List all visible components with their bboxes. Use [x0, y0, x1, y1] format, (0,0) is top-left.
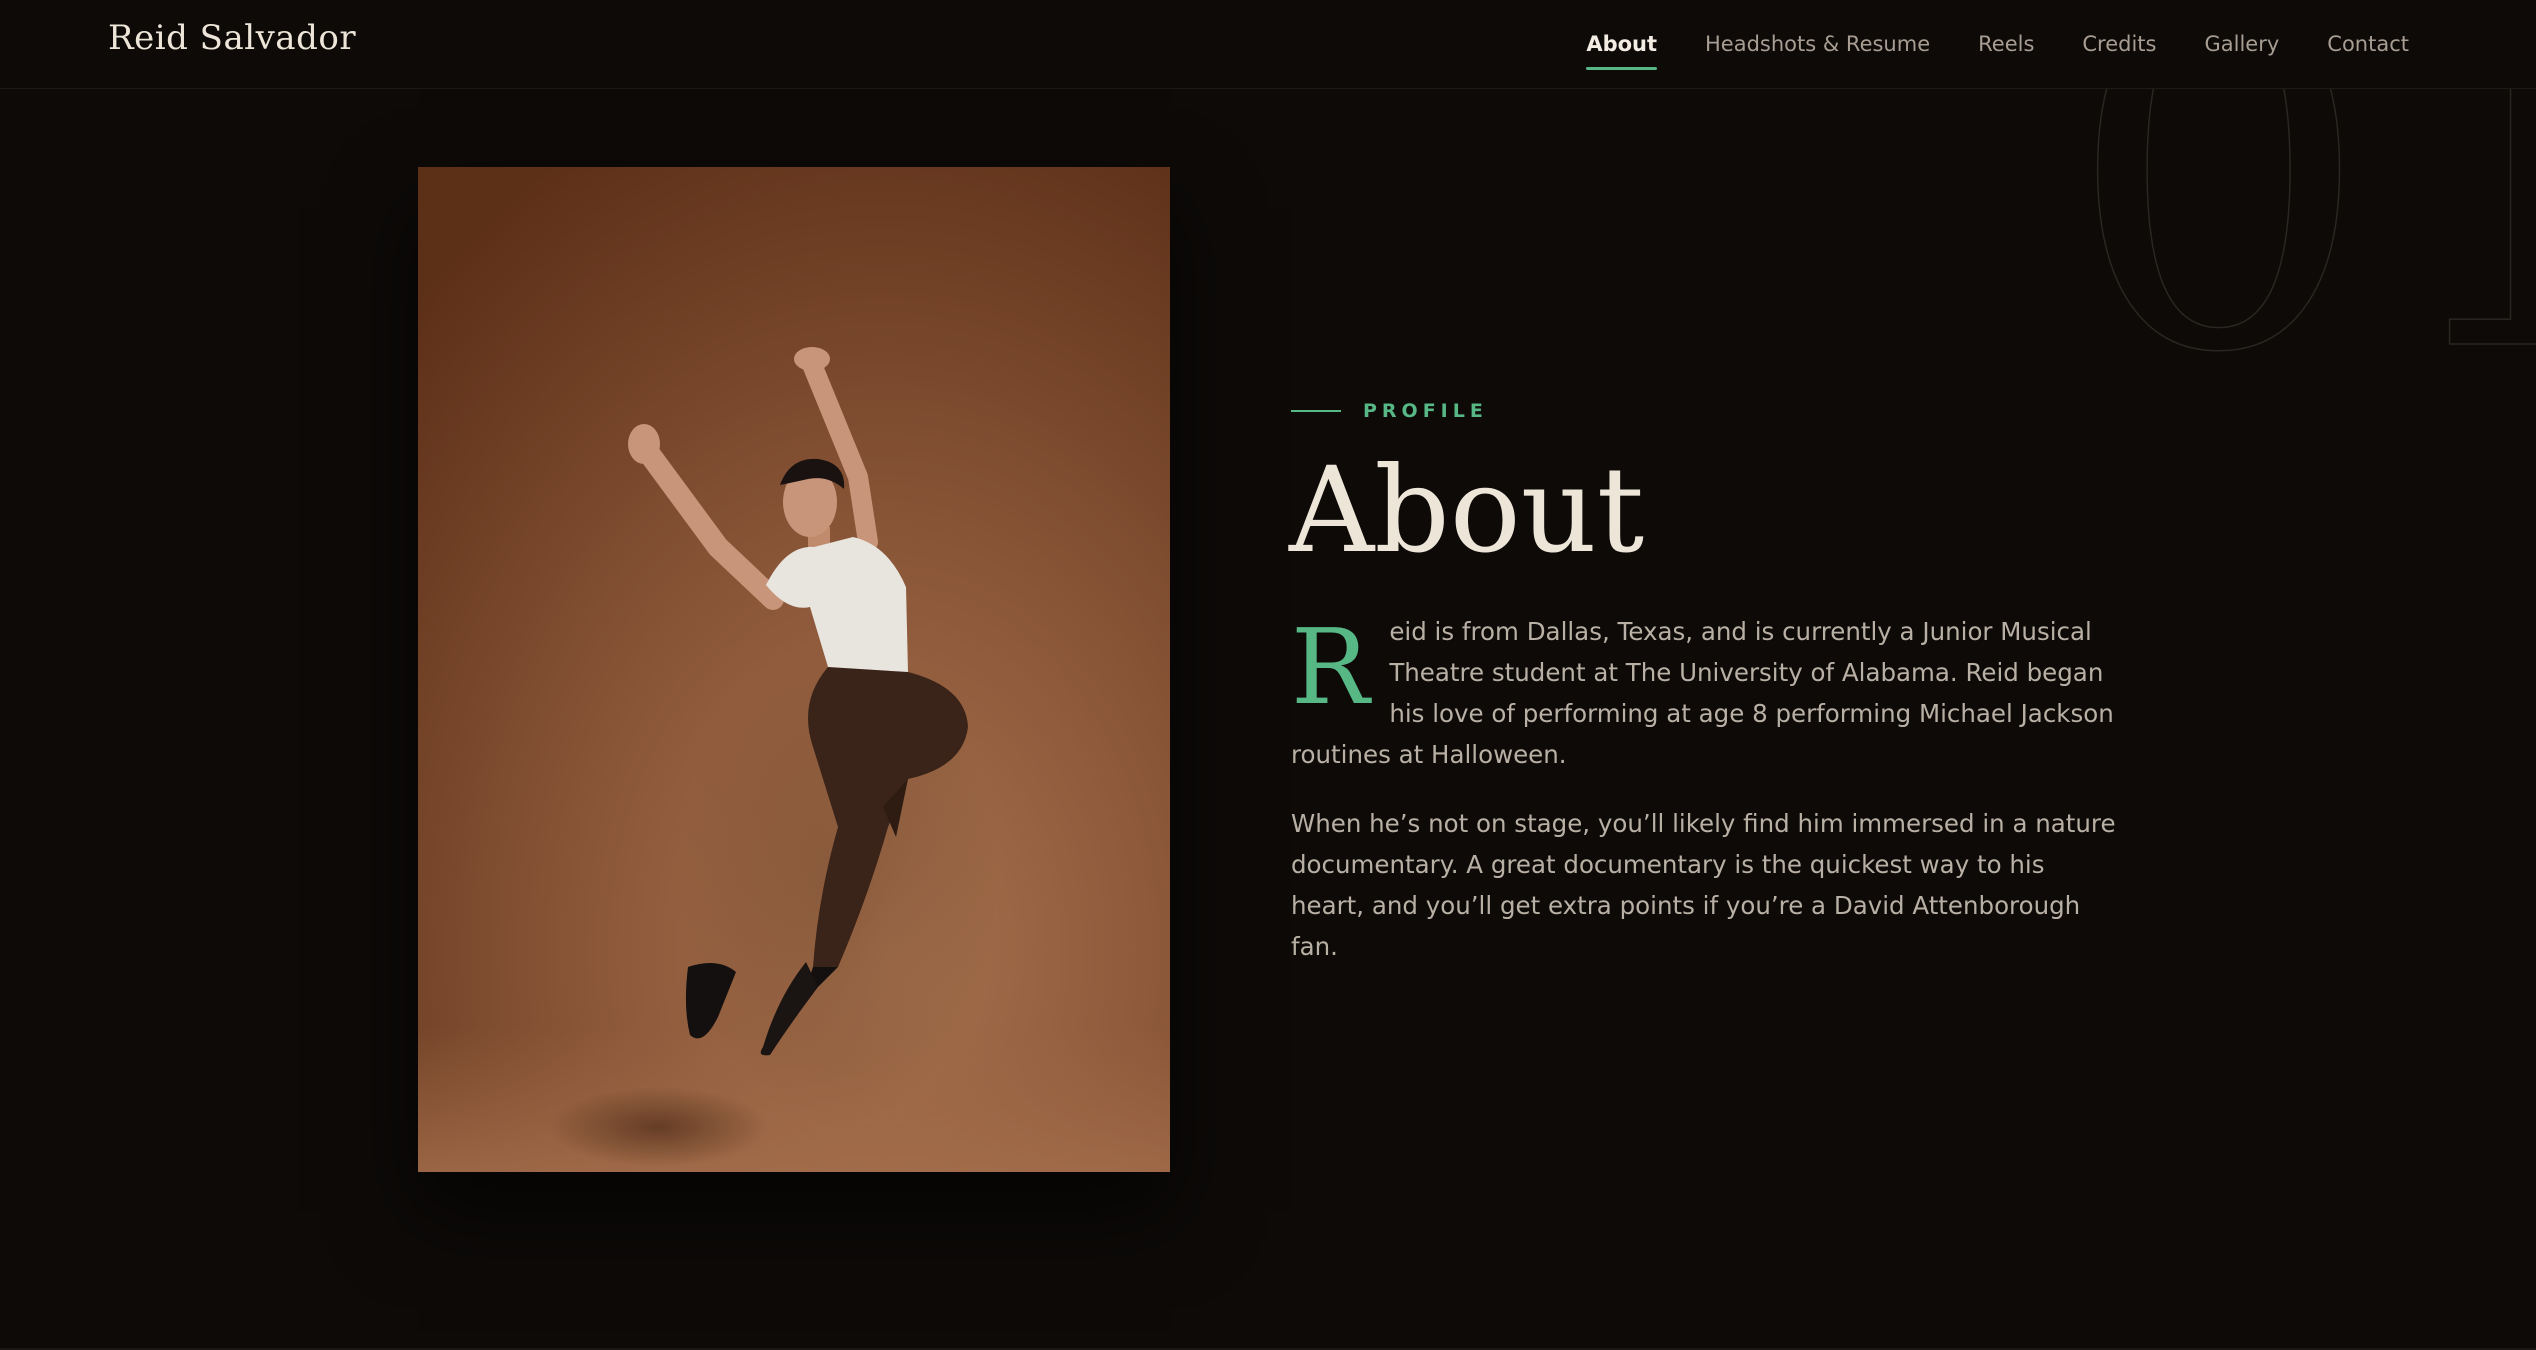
bio-paragraph-1: Reid is from Dallas, Texas, and is curre…: [1291, 611, 2121, 775]
bio-paragraph-1-text: eid is from Dallas, Texas, and is curren…: [1291, 617, 2114, 769]
nav-item-contact[interactable]: Contact: [2327, 26, 2409, 62]
bio-paragraph-2: When he’s not on stage, you’ll likely fi…: [1291, 809, 2116, 961]
page-title: About: [1289, 441, 1645, 579]
section-number: 01: [2065, 89, 2536, 458]
nav-item-gallery[interactable]: Gallery: [2205, 26, 2280, 62]
nav-item-credits[interactable]: Credits: [2082, 26, 2156, 62]
eyebrow-label: PROFILE: [1363, 400, 1488, 422]
section-number-decoration: 01: [0, 89, 2536, 489]
nav-item-about[interactable]: About: [1586, 26, 1657, 70]
site-header: Reid Salvador About Headshots & Resume R…: [0, 0, 2536, 89]
main-nav: About Headshots & Resume Reels Credits G…: [1586, 0, 2409, 88]
nav-item-reels[interactable]: Reels: [1978, 26, 2034, 62]
section-eyebrow: PROFILE: [1291, 400, 1488, 422]
dropcap: R: [1291, 606, 1370, 728]
nav-item-headshots-resume[interactable]: Headshots & Resume: [1705, 26, 1930, 62]
site-logo[interactable]: Reid Salvador: [108, 18, 356, 58]
eyebrow-rule: [1291, 410, 1341, 412]
profile-photo: [418, 167, 1170, 1172]
